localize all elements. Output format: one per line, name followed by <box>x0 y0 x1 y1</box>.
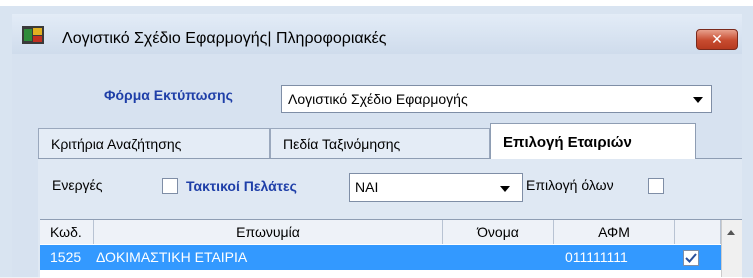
scroll-up-icon[interactable] <box>727 230 735 235</box>
column-header-name[interactable]: Επωνυμία <box>94 220 443 244</box>
vertical-scrollbar[interactable] <box>721 220 742 277</box>
column-header-afm[interactable]: ΑΦΜ <box>554 220 675 244</box>
row-code: 1525 <box>50 249 82 265</box>
regular-customers-select[interactable]: ΝΑΙ <box>349 173 523 202</box>
column-header-first-name[interactable]: Όνομα <box>443 220 554 244</box>
app-icon <box>22 26 44 44</box>
select-all-checkbox[interactable] <box>648 178 664 194</box>
tab-label: Κριτήρια Αναζήτησης <box>51 136 182 152</box>
column-header-code[interactable]: Κωδ. <box>40 220 94 244</box>
tab-label: Επιλογή Εταιριών <box>503 134 632 151</box>
tab-search-criteria[interactable]: Κριτήρια Αναζήτησης <box>38 128 270 158</box>
print-form-label: Φόρμα Εκτύπωσης <box>104 87 233 103</box>
tab-label: Πεδία Ταξινόμησης <box>283 136 401 152</box>
regular-customers-value: ΝΑΙ <box>355 179 379 195</box>
print-form-select[interactable]: Λογιστικό Σχέδιο Εφαρμογής <box>281 85 712 113</box>
regular-customers-checkbox[interactable] <box>162 178 178 194</box>
print-form-value: Λογιστικό Σχέδιο Εφαρμογής <box>288 91 468 107</box>
select-all-label: Επιλογή όλων <box>526 177 614 193</box>
tab-company-selection[interactable]: Επιλογή Εταιριών <box>490 123 696 159</box>
window-title: Λογιστικό Σχέδιο Εφαρμογής| Πληροφοριακέ… <box>62 30 387 47</box>
row-checkbox[interactable] <box>683 250 699 266</box>
close-icon: ✕ <box>711 31 723 47</box>
close-button[interactable]: ✕ <box>696 29 738 50</box>
row-name: ΔΟΚΙΜΑΣΤΙΚΗ ΕΤΑΙΡΙΑ <box>96 249 248 265</box>
regular-customers-label: Τακτικοί Πελάτες <box>186 178 297 194</box>
column-header-check[interactable] <box>675 220 721 244</box>
chevron-down-icon[interactable] <box>500 186 510 192</box>
tab-sort-fields[interactable]: Πεδία Ταξινόμησης <box>270 128 490 158</box>
row-afm: 011111111 <box>565 249 628 265</box>
active-label: Ενεργές <box>52 177 103 193</box>
chevron-down-icon[interactable] <box>693 97 703 103</box>
